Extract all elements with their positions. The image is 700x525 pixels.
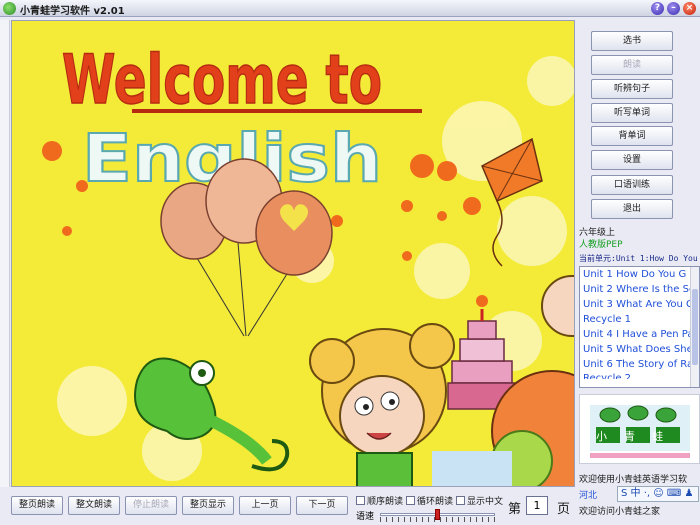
select-book-button[interactable]: 选书 (591, 31, 673, 51)
read-aloud-button[interactable]: 朗读 (591, 55, 673, 75)
speed-slider-ticks (380, 517, 495, 522)
window-title: 小青蛙学习软件 v2.01 (20, 6, 125, 17)
unit-list-item[interactable]: Unit 5 What Does She (580, 342, 699, 357)
read-text-button[interactable]: 整文朗读 (68, 496, 120, 515)
unit-list-item[interactable]: Unit 2 Where Is the Sc (580, 282, 699, 297)
unit-list-item[interactable]: Recycle 1 (580, 312, 699, 327)
cover-illustration: Welcome to English (12, 21, 574, 486)
exit-button[interactable]: 退出 (591, 199, 673, 219)
page-suffix: 页 (557, 502, 571, 517)
help-button[interactable]: ? (651, 2, 664, 15)
headline-welcome: Welcome to (62, 41, 382, 120)
checkbox-label: 循环朗读 (417, 497, 454, 507)
welcome-text: 欢迎使用小青蛙英语学习软 (579, 475, 688, 485)
checkbox-box[interactable] (356, 496, 365, 505)
show-chinese-checkbox[interactable]: 显示中文 (456, 494, 503, 507)
frog-logo-icon: 小青蛙 (580, 395, 699, 463)
visit-link[interactable]: 欢迎访问小青蛙之家 (579, 504, 700, 517)
minimize-button[interactable]: – (667, 2, 680, 15)
checkbox-box[interactable] (456, 496, 465, 505)
checkbox-label: 显示中文 (467, 497, 504, 507)
loop-read-checkbox[interactable]: 循环朗读 (406, 494, 453, 507)
sequential-read-checkbox[interactable]: 顺序朗读 (356, 494, 403, 507)
prev-page-button[interactable]: 上一页 (239, 496, 291, 515)
edition-label: 人教版PEP (579, 240, 623, 250)
unit-list[interactable]: Unit 1 How Do You G Unit 2 Where Is the … (579, 266, 700, 388)
next-page-button[interactable]: 下一页 (296, 496, 348, 515)
frog-app-icon (3, 2, 16, 15)
page-prefix: 第 (508, 502, 522, 517)
unit-list-item[interactable]: Unit 1 How Do You G (580, 267, 699, 282)
unit-list-scroll-thumb[interactable] (692, 289, 698, 365)
unit-list-item[interactable]: Unit 6 The Story of Ra (580, 357, 699, 372)
logo-text: 小青蛙 (596, 430, 680, 443)
welcome-link[interactable]: 河北 (579, 488, 597, 501)
right-sidebar: 选书 朗读 听辨句子 听写单词 背单词 设置 口语训练 退出 六年级上 人教版P… (577, 20, 700, 525)
unit-list-item[interactable]: Unit 4 I Have a Pen Pa (580, 327, 699, 342)
bottom-toolbar: 整页朗读 整文朗读 停止朗读 整页显示 上一页 下一页 顺序朗读 循环朗读 显示… (0, 490, 577, 525)
page-number-input[interactable]: 1 (526, 496, 548, 515)
title-bar: 小青蛙学习软件 v2.01 ? – × (0, 0, 700, 17)
speed-slider[interactable] (380, 509, 495, 520)
unit-list-item[interactable]: Recycle 2 (580, 372, 699, 379)
stop-reading-button[interactable]: 停止朗读 (125, 496, 177, 515)
speaking-practice-button[interactable]: 口语训练 (591, 175, 673, 195)
checkbox-label: 顺序朗读 (367, 497, 404, 507)
speed-label: 语速 (356, 512, 375, 522)
unit-list-item[interactable]: Unit 3 What Are You G (580, 297, 699, 312)
left-scrollbar[interactable] (0, 20, 10, 487)
memorize-words-button[interactable]: 背单词 (591, 126, 673, 146)
current-unit-label: 当前单元:Unit 1:How Do You Go (579, 254, 700, 263)
full-page-button[interactable]: 整页显示 (182, 496, 234, 515)
settings-button[interactable]: 设置 (591, 150, 673, 170)
close-button[interactable]: × (683, 2, 696, 15)
frog-logo-panel: 小青蛙 (579, 394, 700, 464)
unit-list-scrollbar[interactable] (690, 267, 699, 387)
ime-toolbar[interactable]: S 中 ·, ☺ ⌨ ♟ (617, 486, 699, 502)
listen-sentence-button[interactable]: 听辨句子 (591, 79, 673, 99)
checkbox-box[interactable] (406, 496, 415, 505)
dictation-button[interactable]: 听写单词 (591, 103, 673, 123)
read-page-button[interactable]: 整页朗读 (11, 496, 63, 515)
textbook-page-viewer[interactable]: Welcome to English (11, 20, 575, 487)
